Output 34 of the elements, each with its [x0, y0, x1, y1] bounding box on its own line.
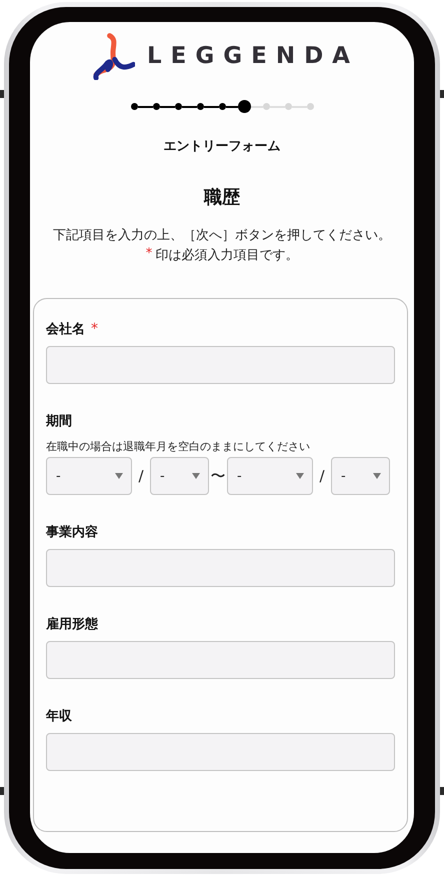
input-field[interactable] — [46, 346, 395, 384]
select-field[interactable]: - — [46, 457, 132, 495]
required-note: 印は必須入力項目です。 — [155, 247, 298, 264]
input-field[interactable] — [46, 549, 395, 587]
instruction-text: 下記項目を入力の上、［次へ］ボタンを押してください。 — [53, 227, 391, 244]
field-label: 雇用形態 — [46, 616, 98, 633]
field-label: 期間 — [46, 413, 72, 430]
connector-line — [226, 106, 238, 108]
separator-text: / — [318, 467, 326, 485]
caret-icon — [373, 473, 381, 479]
logo-icon — [91, 32, 135, 80]
input-field[interactable] — [46, 733, 395, 771]
field-label: 年収 — [46, 708, 72, 725]
select-field[interactable]: - — [150, 457, 209, 495]
caret-icon — [296, 473, 304, 479]
connector-line — [160, 106, 174, 108]
caret-icon — [115, 473, 123, 479]
separator-text: 〜 — [210, 466, 226, 486]
section-title: 職歴 — [204, 186, 240, 209]
separator-text: / — [137, 467, 145, 485]
logo-text: LEGGENDA — [147, 43, 359, 69]
hint-text: 在職中の場合は退職年月を空白のままにしてください — [46, 439, 311, 454]
connector-line — [204, 106, 218, 108]
form-title: エントリーフォーム — [164, 138, 280, 155]
field-label: 会社名 — [46, 321, 85, 338]
required-mark: * — [146, 246, 152, 263]
connector-line — [182, 106, 196, 108]
connector-line — [138, 106, 152, 108]
field-label: 事業内容 — [46, 524, 98, 541]
select-field[interactable]: - — [227, 457, 313, 495]
required-mark: * — [91, 321, 98, 337]
caret-icon — [192, 473, 200, 479]
select-field[interactable]: - — [331, 457, 390, 495]
input-field[interactable] — [46, 641, 395, 679]
